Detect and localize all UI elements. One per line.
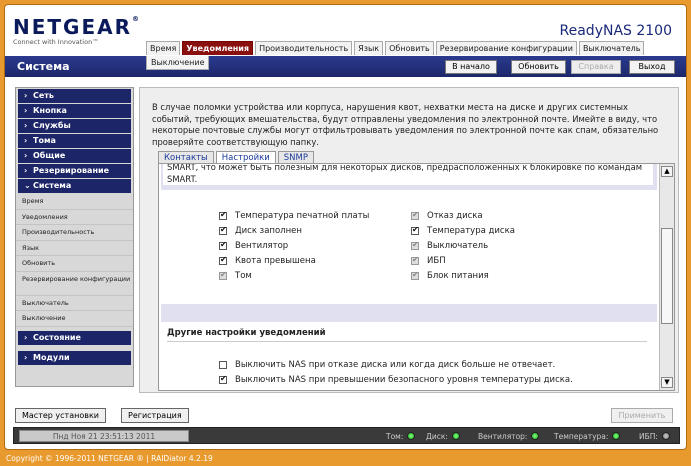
checkbox[interactable] — [219, 240, 227, 250]
sidebar-subitem-time[interactable]: Время — [16, 194, 133, 210]
sidebar-subitem-language[interactable]: Язык — [16, 241, 133, 256]
status-led-icon — [407, 432, 416, 440]
alert-ups: ИБП — [411, 255, 446, 267]
scroll-up-icon[interactable]: ▲ — [661, 166, 673, 177]
status-fan[interactable]: Вентилятор: — [478, 430, 540, 442]
notifications-description: В случае поломки устройства или корпуса,… — [152, 102, 659, 147]
checkbox[interactable] — [219, 255, 227, 265]
alert-fan[interactable]: Вентилятор — [219, 240, 288, 252]
checkbox[interactable] — [411, 225, 419, 235]
option-shutdown-on-disk-failure[interactable]: Выключить NAS при отказе диска или когда… — [219, 359, 555, 371]
checkbox[interactable] — [219, 361, 227, 369]
settings-panel: SMART, что может быть полезным для некот… — [158, 163, 675, 391]
help-button[interactable]: Справка — [571, 60, 621, 74]
sidebar-item-volumes[interactable]: › Тома — [18, 134, 131, 148]
checkbox — [411, 210, 419, 220]
sidebar-item-network[interactable]: › Сеть — [18, 89, 131, 103]
status-led-icon — [531, 432, 540, 440]
tab-power-switch[interactable]: Выключатель — [578, 41, 645, 55]
tab-config-backup[interactable]: Резервирование конфигурации — [435, 41, 577, 55]
status-disk[interactable]: Диск: — [426, 430, 460, 442]
tab-shutdown[interactable]: Выключение — [146, 56, 210, 70]
netgear-logo: NETGEAR® Connect with Innovation™ — [13, 15, 141, 46]
status-ups[interactable]: ИБП: — [639, 430, 670, 442]
sidebar-subitem-notifications[interactable]: Уведомления — [16, 210, 133, 225]
sidebar-item-button[interactable]: › Кнопка — [18, 104, 131, 118]
home-button[interactable]: В начало — [445, 60, 497, 74]
sidebar-item-services[interactable]: › Службы — [18, 119, 131, 133]
alert-power-switch: Выключатель — [411, 240, 488, 252]
sidebar-subitem-config-backup[interactable]: Резервирование конфигурации — [16, 272, 133, 296]
alert-disk-full[interactable]: Диск заполнен — [219, 225, 302, 237]
alert-volume: Том — [219, 270, 252, 282]
tab-language[interactable]: Язык — [354, 41, 384, 55]
alert-disk-failure: Отказ диска — [411, 210, 483, 222]
status-led-icon — [451, 432, 460, 440]
scroll-down-icon[interactable]: ▼ — [661, 377, 673, 388]
status-led-icon — [661, 432, 670, 440]
checkbox — [411, 270, 419, 280]
sidebar: › Сеть › Кнопка › Службы › Тома › Общие › Резе… — [15, 87, 134, 387]
sidebar-subitem-shutdown[interactable]: Выключение — [16, 311, 133, 327]
sidebar-item-backup[interactable]: › Резервирование — [18, 164, 131, 178]
tab-time[interactable]: Время — [146, 41, 181, 55]
apply-button[interactable]: Применить — [611, 408, 673, 423]
sidebar-subitem-performance[interactable]: Производительность — [16, 225, 133, 241]
other-settings-title: Другие настройки уведомлений — [167, 328, 647, 342]
main-tabs: Время Уведомления Производительность Язы… — [146, 41, 645, 55]
register-button[interactable]: Регистрация — [121, 408, 189, 423]
sidebar-item-system[interactable]: ⌄ Система — [18, 179, 131, 193]
scroll-thumb[interactable] — [661, 228, 673, 324]
alert-psu: Блок питания — [411, 270, 489, 282]
option-shutdown-on-disk-temp[interactable]: Выключить NAS при превышении безопасного… — [219, 374, 573, 386]
checkbox — [411, 255, 419, 265]
setup-wizard-button[interactable]: Мастер установки — [15, 408, 106, 423]
sidebar-item-shares[interactable]: › Общие — [18, 149, 131, 163]
tab-performance[interactable]: Производительность — [255, 41, 353, 55]
checkbox[interactable] — [219, 210, 227, 220]
alert-quota-exceeded[interactable]: Квота превышена — [219, 255, 316, 267]
tab-notifications[interactable]: Уведомления — [182, 41, 254, 55]
checkbox[interactable] — [219, 225, 227, 235]
checkbox — [219, 270, 227, 280]
status-volume[interactable]: Том: — [386, 430, 416, 442]
datetime-display: Пнд Ноя 21 23:51:13 2011 — [19, 430, 189, 442]
product-name: ReadyNAS 2100 — [559, 23, 672, 39]
checkbox — [411, 240, 419, 250]
panel-scrollbar[interactable]: ▲ ▼ — [659, 164, 674, 390]
status-temperature[interactable]: Температура: — [554, 430, 621, 442]
bottom-bar: Мастер установки Регистрация Применить — [15, 406, 675, 426]
sidebar-subitem-update[interactable]: Обновить — [16, 256, 133, 272]
status-bar: Пнд Ноя 21 23:51:13 2011 Том: Диск: Вент… — [13, 427, 680, 444]
content-area: В случае поломки устройства или корпуса,… — [139, 87, 679, 393]
section-title: Система — [17, 60, 70, 73]
checkbox[interactable] — [219, 374, 227, 384]
smart-note: SMART, что может быть полезным для некот… — [163, 164, 653, 185]
logout-button[interactable]: Выход — [629, 60, 675, 74]
refresh-button[interactable]: Обновить — [511, 60, 566, 74]
app-window: NETGEAR® Connect with Innovation™ ReadyN… — [4, 4, 687, 450]
tab-update[interactable]: Обновить — [385, 41, 434, 55]
alert-disk-temp[interactable]: Температура диска — [411, 225, 515, 237]
sidebar-subitem-power-switch[interactable]: Выключатель — [16, 296, 133, 311]
copyright: Copyright © 1996-2011 NETGEAR ® | RAIDia… — [6, 454, 213, 463]
sidebar-item-status[interactable]: › Состояние — [18, 330, 131, 345]
alert-board-temp[interactable]: Температура печатной платы — [219, 210, 369, 222]
status-led-icon — [612, 432, 621, 440]
sidebar-item-addons[interactable]: › Модули — [18, 350, 131, 365]
